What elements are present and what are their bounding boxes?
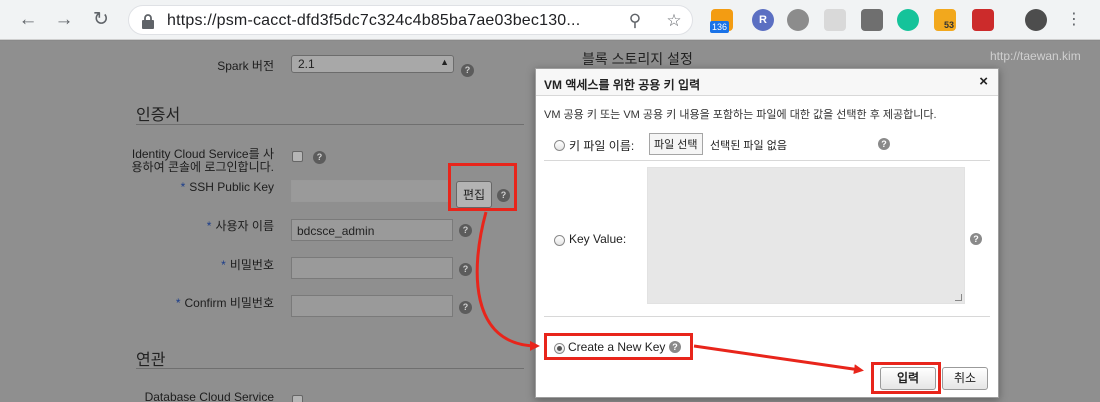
required-mark: * — [175, 296, 181, 310]
ssh-key-label-text: SSH Public Key — [189, 180, 274, 194]
key-value-textarea[interactable] — [647, 167, 965, 304]
dialog-header: VM 액세스를 위한 공용 키 입력 × — [536, 69, 998, 96]
select-arrows-icon: ▲ — [440, 57, 449, 67]
idcs-checkbox[interactable] — [292, 151, 303, 162]
username-value: bdcsce_admin — [297, 224, 375, 238]
spark-help-icon[interactable]: ? — [461, 64, 474, 77]
url-text: https://psm-cacct-dfd3f5dc7c324c4b85ba7a… — [167, 12, 581, 29]
grammarly-icon[interactable] — [897, 9, 919, 31]
idcs-help-icon[interactable]: ? — [313, 151, 326, 164]
extension-count: 53 — [944, 20, 955, 30]
required-mark: * — [206, 219, 212, 233]
related-section-title: 연관 — [136, 352, 166, 369]
rss-badge: 136 — [710, 21, 730, 33]
r-extension-icon[interactable]: R — [752, 9, 774, 31]
password-help-icon[interactable]: ? — [459, 263, 472, 276]
block-storage-title: 블록 스토리지 설정 — [582, 51, 693, 67]
ssh-key-field — [291, 180, 451, 202]
username-label-text: 사용자 이름 — [215, 219, 274, 233]
confirm-password-label-text: Confirm 비밀번호 — [184, 296, 274, 310]
resize-grip-icon[interactable] — [955, 294, 962, 301]
key-file-help-icon[interactable]: ? — [878, 138, 890, 150]
username-label: * 사용자 이름 — [150, 217, 274, 234]
avatar-icon[interactable] — [1025, 9, 1047, 31]
browser-toolbar: ← → ↻ https://psm-cacct-dfd3f5dc7c324c4b… — [0, 0, 1100, 40]
password-label-text: 비밀번호 — [229, 258, 274, 272]
gear-extension-icon[interactable] — [787, 9, 809, 31]
spark-version-value: 2.1 — [298, 57, 315, 71]
dialog-divider — [544, 316, 990, 317]
section-divider — [136, 124, 524, 125]
kebab-menu-icon[interactable]: ⋮ — [1062, 8, 1086, 32]
confirm-password-label: * Confirm 비밀번호 — [150, 294, 274, 311]
spark-version-select[interactable]: 2.1 ▲ — [291, 55, 454, 73]
password-label: * 비밀번호 — [150, 256, 274, 273]
no-file-text: 선택된 파일 없음 — [710, 140, 787, 152]
star-icon[interactable]: ☆ — [664, 11, 684, 31]
dialog-title: VM 액세스를 위한 공용 키 입력 — [544, 78, 701, 92]
key-file-radio[interactable] — [554, 140, 565, 151]
lock-icon — [142, 14, 154, 29]
address-bar[interactable]: https://psm-cacct-dfd3f5dc7c324c4b85ba7a… — [128, 5, 693, 35]
reload-icon[interactable]: ↻ — [89, 8, 113, 32]
back-icon[interactable]: ← — [16, 8, 40, 32]
ssh-key-label: * SSH Public Key — [150, 180, 274, 194]
close-icon[interactable]: × — [979, 74, 988, 90]
spark-version-label: Spark 버전 — [217, 59, 274, 73]
key-value-label: Key Value: — [569, 232, 627, 246]
dialog-description: VM 공용 키 또는 VM 공용 키 내용을 포함하는 파일에 대한 값을 선택… — [544, 109, 937, 121]
zoom-icon[interactable]: ⚲ — [625, 11, 645, 31]
database-cloud-label: Database Cloud Service — [144, 390, 274, 402]
idcs-label-line2: 용하여 콘솔에 로그인합니다. — [131, 160, 274, 174]
choose-file-button[interactable]: 파일 선택 — [649, 133, 703, 155]
section-divider — [136, 368, 524, 369]
submit-button-highlight — [871, 362, 941, 394]
required-mark: * — [180, 180, 186, 194]
screen-icon[interactable] — [824, 9, 846, 31]
key-file-label: 키 파일 이름: — [569, 139, 635, 153]
create-key-highlight — [544, 333, 693, 360]
dialog-divider — [544, 160, 990, 161]
username-help-icon[interactable]: ? — [459, 224, 472, 237]
username-input[interactable]: bdcsce_admin — [291, 219, 453, 241]
key-value-help-icon[interactable]: ? — [970, 233, 982, 245]
bookmark-extension-icon[interactable] — [972, 9, 994, 31]
confirm-help-icon[interactable]: ? — [459, 301, 472, 314]
certificate-section-title: 인증서 — [136, 107, 181, 124]
cancel-button[interactable]: 취소 — [942, 367, 988, 390]
watermark: http://taewan.kim — [990, 49, 1081, 63]
confirm-password-input[interactable] — [291, 295, 453, 317]
key-value-radio[interactable] — [554, 235, 565, 246]
forward-icon[interactable]: → — [52, 8, 76, 32]
database-checkbox[interactable] — [292, 395, 303, 402]
camera-icon[interactable] — [861, 9, 883, 31]
required-mark: * — [221, 258, 226, 272]
password-input[interactable] — [291, 257, 453, 279]
edit-button-highlight — [448, 163, 517, 211]
